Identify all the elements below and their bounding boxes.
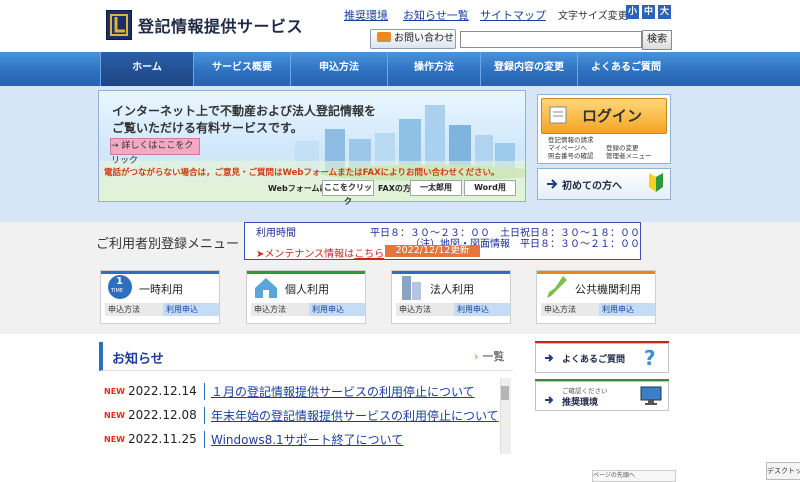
arrow-right-icon <box>545 354 554 362</box>
maintenance-badge: 2022/12/12更新 <box>385 245 480 257</box>
tab-service-overview[interactable]: サービス概要 <box>193 52 290 86</box>
faq-label: よくあるご質問 <box>562 355 626 365</box>
webform-button[interactable]: ここをクリック <box>322 180 374 206</box>
tab-change-registration[interactable]: 登録内容の変更 <box>480 52 577 86</box>
card-title: 法人利用 <box>430 283 474 296</box>
news-link[interactable]: 年末年始の登記情報提供サービスの利用停止について <box>204 407 499 424</box>
card-apply-button[interactable]: 利用申込 <box>163 303 219 316</box>
house-icon <box>255 278 277 298</box>
news-more-link[interactable]: 一覧 <box>474 348 504 364</box>
news-title: お知らせ <box>112 352 164 367</box>
tab-faq[interactable]: よくあるご質問 <box>577 52 674 86</box>
card-title: 個人利用 <box>285 283 329 296</box>
login-sub-admin[interactable]: 管理者メニュー <box>606 150 652 160</box>
fontsize-large-button[interactable]: 大 <box>658 5 671 19</box>
fax-word-button[interactable]: Word用 <box>464 180 516 196</box>
maintenance-link[interactable]: こちら <box>354 249 384 260</box>
svg-text:?: ? <box>644 346 656 368</box>
news-new-badge: NEW <box>104 435 125 444</box>
env-sub-label: ご確認ください <box>562 387 608 395</box>
card-apply-button[interactable]: 利用申込 <box>599 303 655 316</box>
news-new-badge: NEW <box>104 387 125 396</box>
logo-icon <box>110 14 128 36</box>
card-apply-method-button[interactable]: 申込方法 <box>105 303 163 316</box>
one-time-icon-number: 1 <box>116 276 123 287</box>
news-date: 2022.12.14 <box>128 384 197 398</box>
page-top-tab[interactable]: ページの先頭へ <box>592 470 676 482</box>
card-apply-button[interactable]: 利用申込 <box>454 303 510 316</box>
hero-notice: 電話がつながらない場合は，ご意見・ご質問はWebフォームまたはFAXによりお問い… <box>104 168 500 178</box>
news-new-badge: NEW <box>104 411 125 420</box>
building-icon <box>402 276 421 300</box>
tab-application[interactable]: 申込方法 <box>290 52 387 86</box>
card-apply-method-button[interactable]: 申込方法 <box>396 303 454 316</box>
site-title[interactable]: 登記情報提供サービス <box>138 13 303 37</box>
maintenance-prefix: ➤メンテナンス情報は <box>256 249 355 260</box>
search-input[interactable] <box>460 31 642 48</box>
card-temporary: 1 TIME 一時利用 申込方法 利用申込 <box>100 270 220 324</box>
recommended-env-button[interactable]: ご確認ください 推奨環境 <box>535 381 669 411</box>
hero-headline-1: インターネット上で不動産および法人登記情報を <box>112 104 377 118</box>
arrow-right-icon <box>547 179 558 189</box>
hero-headline-2: ご覧いただける有料サービスです。 <box>112 121 303 135</box>
news-list-link[interactable]: お知らせ一覧 <box>403 7 469 23</box>
site-logo[interactable] <box>106 10 132 40</box>
one-time-icon-sub: TIME <box>111 288 124 294</box>
card-apply-method-button[interactable]: 申込方法 <box>541 303 599 316</box>
fax-label: FAXの方 <box>378 184 411 193</box>
recommended-env-link[interactable]: 推奨環境 <box>344 7 388 23</box>
env-label: 推奨環境 <box>562 398 599 408</box>
service-hours-label: 利用時間 <box>256 228 296 239</box>
monitor-icon <box>640 386 662 405</box>
contact-label: お問い合わせ <box>394 33 454 44</box>
search-button[interactable]: 検索 <box>642 30 672 50</box>
detail-button[interactable]: → 詳しくはここをクリック <box>110 138 200 166</box>
tab-operation[interactable]: 操作方法 <box>387 52 480 86</box>
contact-button[interactable]: お問い合わせ <box>370 29 456 49</box>
news-date: 2022.12.08 <box>128 408 197 422</box>
mail-icon <box>377 32 391 42</box>
news-link[interactable]: １月の登記情報提供サービスの利用停止について <box>204 383 475 400</box>
fontsize-medium-button[interactable]: 中 <box>642 5 655 19</box>
news-date: 2022.11.25 <box>128 432 197 446</box>
sitemap-link[interactable]: サイトマップ <box>480 7 546 23</box>
card-title: 一時利用 <box>139 283 183 296</box>
arrow-right-icon <box>545 396 554 404</box>
fontsize-label: 文字サイズ変更 <box>558 11 628 22</box>
fontsize-small-button[interactable]: 小 <box>626 5 639 19</box>
card-title: 公共機関利用 <box>575 283 641 296</box>
registration-title: ご利用者別登録メニュー <box>96 237 240 252</box>
news-scrollbar-thumb[interactable] <box>501 386 509 400</box>
fax-ichitaro-button[interactable]: 一太郎用 <box>410 180 462 196</box>
desktop-tab[interactable]: デスクトップ <box>766 462 800 480</box>
card-apply-button[interactable]: 利用申込 <box>309 303 365 316</box>
beginner-mark-icon <box>649 173 663 192</box>
card-public: 公共機関利用 申込方法 利用申込 <box>536 270 656 324</box>
webform-label: Webフォームは <box>268 184 328 193</box>
notebook-icon <box>549 106 567 124</box>
card-personal: 個人利用 申込方法 利用申込 <box>246 270 366 324</box>
faq-button[interactable]: よくあるご質問 ? <box>535 343 669 373</box>
japan-map-icon <box>547 276 567 298</box>
news-link[interactable]: Windows8.1サポート終了について <box>204 431 403 448</box>
tab-home[interactable]: ホーム <box>100 52 193 86</box>
login-sub-inquiry[interactable]: 照会番号の確認 <box>548 150 594 160</box>
question-mark-icon: ? <box>644 346 656 368</box>
card-corporate: 法人利用 申込方法 利用申込 <box>391 270 511 324</box>
maintenance-text: ➤メンテナンス情報はこちら <box>256 245 384 260</box>
login-label: ログイン <box>582 107 643 125</box>
card-apply-method-button[interactable]: 申込方法 <box>251 303 309 316</box>
first-time-label: 初めての方へ <box>562 181 622 192</box>
